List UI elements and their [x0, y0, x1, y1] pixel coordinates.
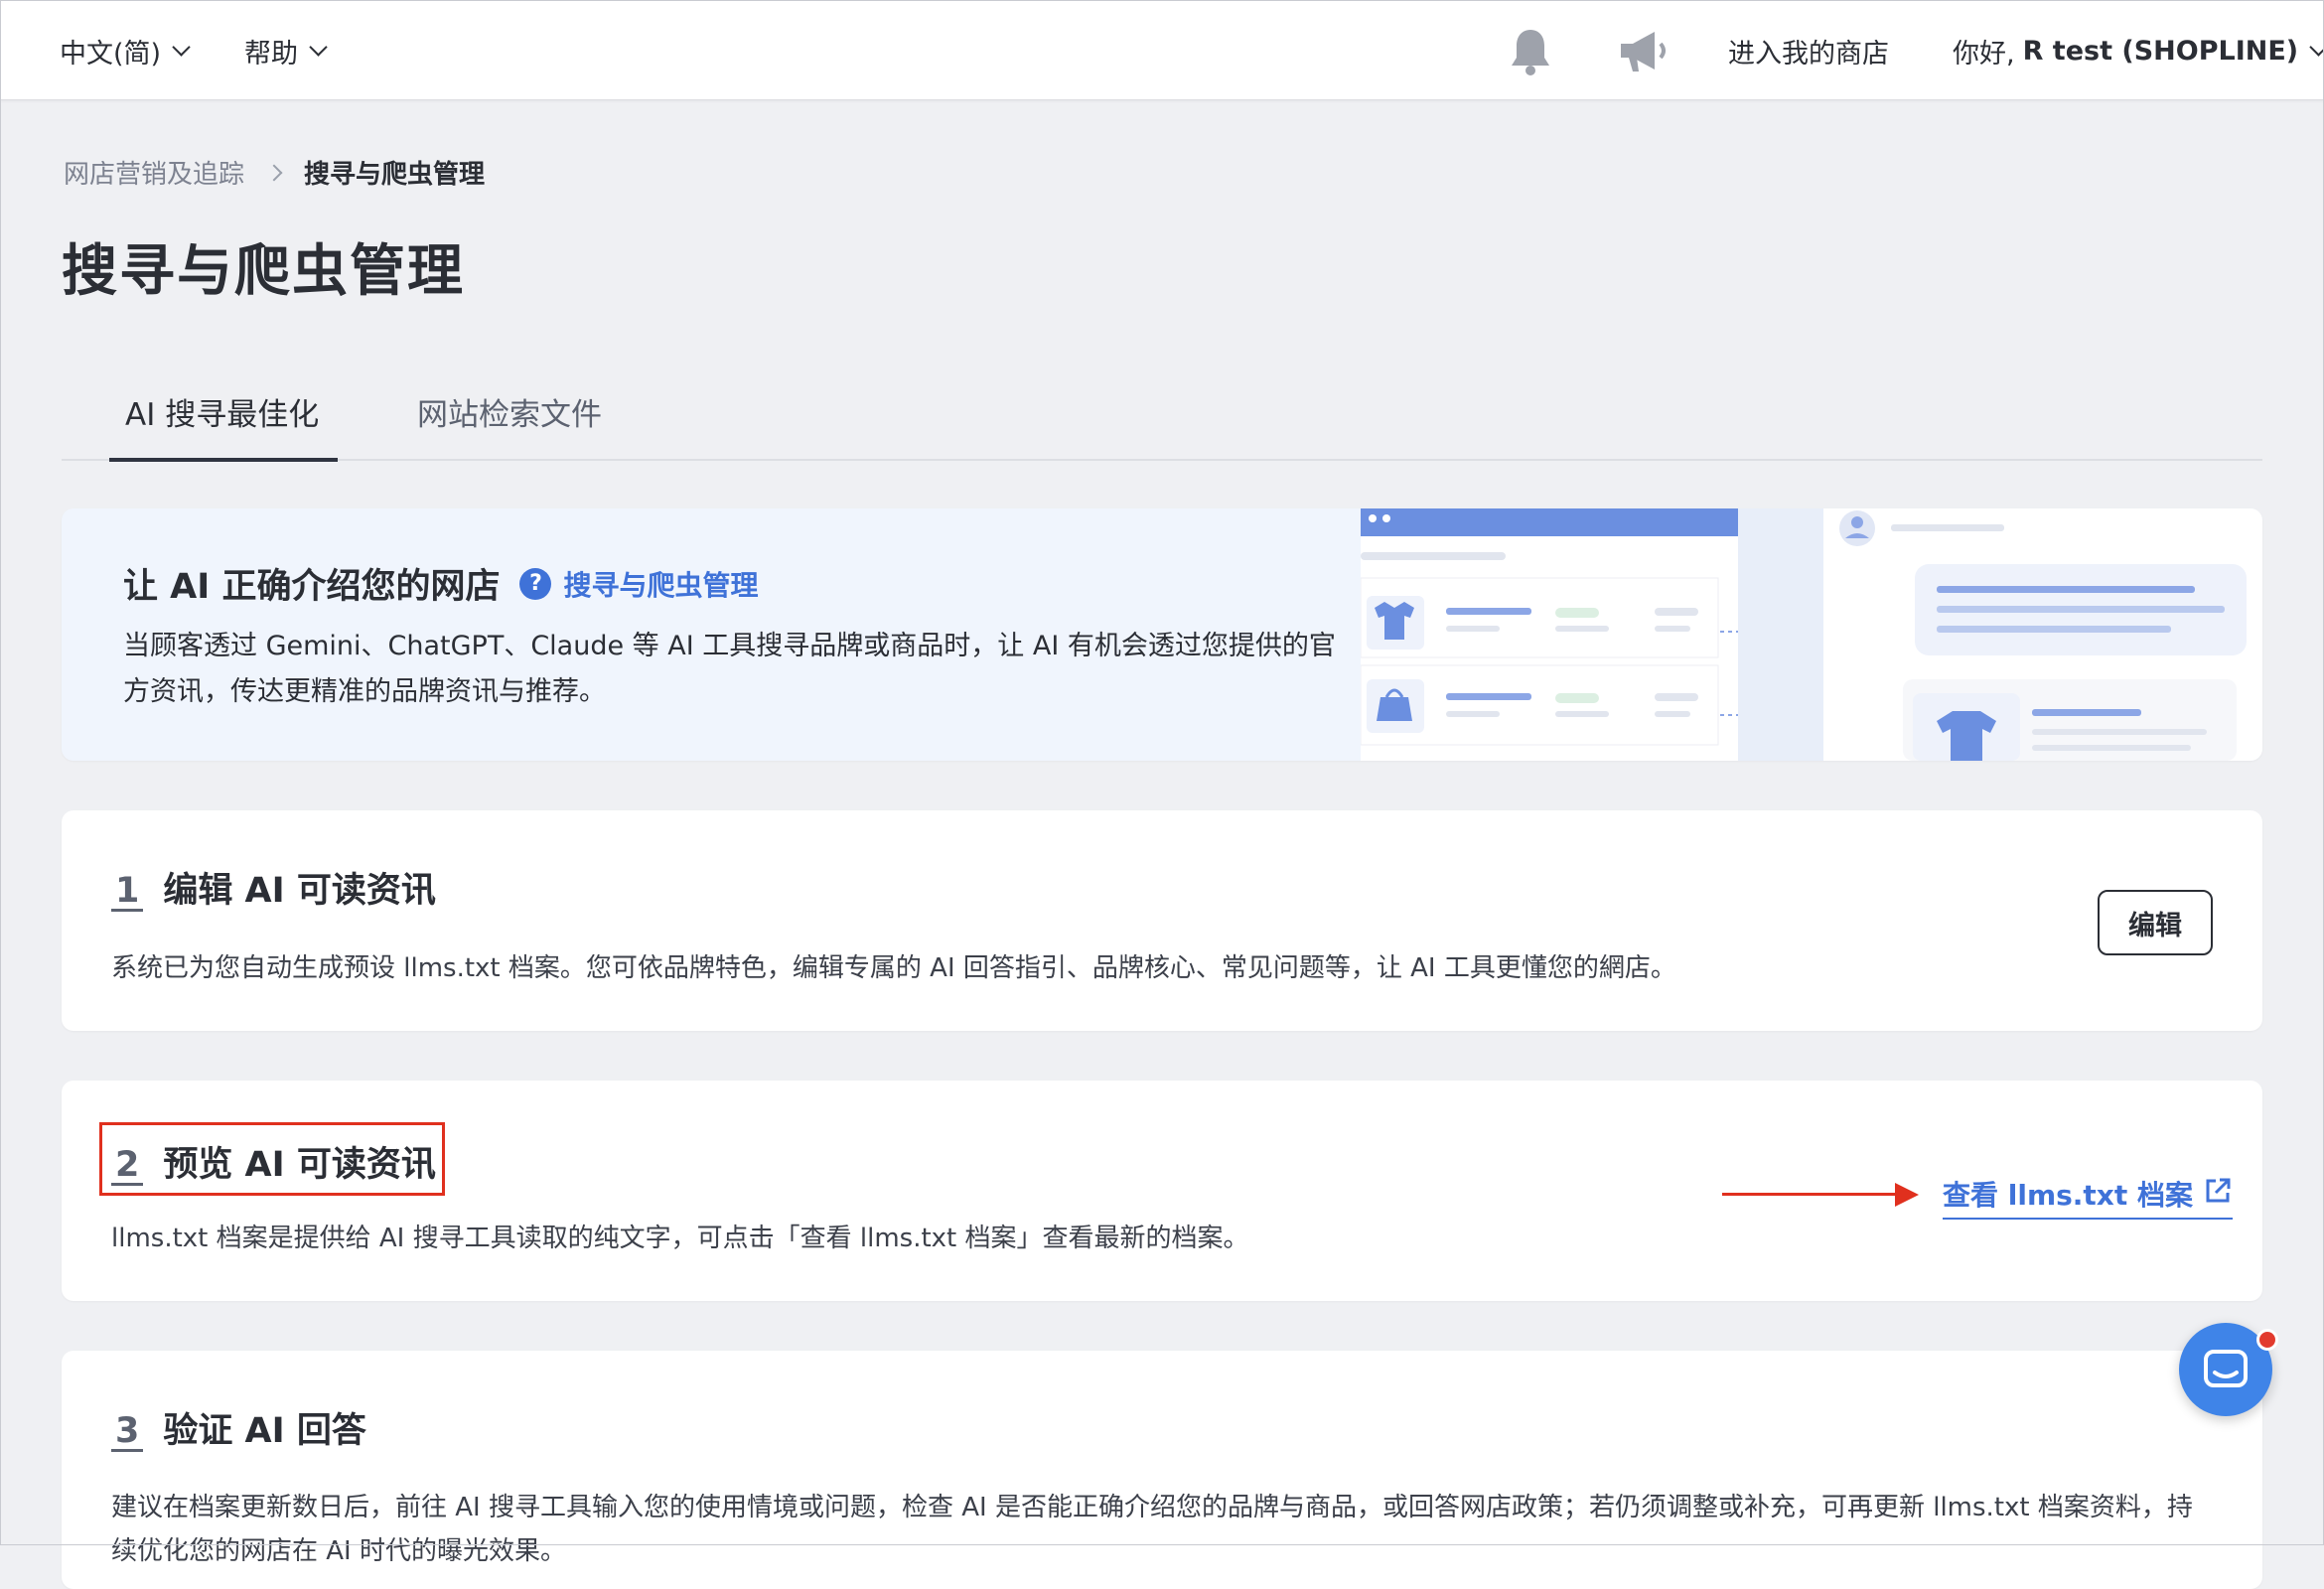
language-label: 中文(简)	[60, 39, 162, 70]
help-label: 帮助	[244, 39, 298, 70]
notification-dot	[2256, 1329, 2278, 1351]
tab-ai-search-label: AI 搜寻最佳化	[125, 397, 320, 433]
help-menu[interactable]: 帮助	[244, 32, 328, 71]
tab-ai-search[interactable]: AI 搜寻最佳化	[125, 389, 319, 434]
account-menu[interactable]: 你好, R test (SHOPLINE)	[1953, 32, 2324, 71]
edit-button[interactable]: 编辑	[2098, 890, 2213, 955]
step-2-card: 2 预览 AI 可读资讯 llms.txt 档案是提供给 AI 搜寻工具读取的纯…	[62, 1081, 2262, 1301]
language-selector[interactable]: 中文(简)	[60, 32, 191, 71]
view-llms-label: 查看 llms.txt 档案	[1943, 1179, 2194, 1212]
step-title: 预览 AI 可读资讯	[163, 1145, 436, 1185]
breadcrumb: 网店营销及追踪 搜寻与爬虫管理	[64, 154, 485, 191]
active-tab-indicator	[109, 458, 338, 462]
intro-title: 让 AI 正确介绍您的网店 ? 搜寻与爬虫管理	[123, 558, 759, 609]
tab-site-index-label: 网站检索文件	[417, 397, 602, 433]
help-link[interactable]: 搜寻与爬虫管理	[563, 564, 758, 604]
breadcrumb-parent[interactable]: 网店营销及追踪	[64, 154, 244, 191]
chevron-right-icon	[265, 164, 283, 181]
page-title: 搜寻与爬虫管理	[62, 239, 465, 304]
external-link-icon	[2203, 1176, 2233, 1213]
step-number: 1	[111, 873, 144, 912]
greeting-prefix: 你好,	[1953, 39, 2015, 70]
arrow-right-icon	[1895, 1183, 1919, 1207]
step-3-heading: 3 验证 AI 回答	[111, 1402, 366, 1453]
intro-card: 让 AI 正确介绍您的网店 ? 搜寻与爬虫管理 当顾客透过 Gemini、Cha…	[62, 508, 2262, 761]
step-2-heading: 2 预览 AI 可读资讯	[111, 1136, 436, 1187]
chevron-down-icon	[172, 38, 191, 57]
step-1-card: 1 编辑 AI 可读资讯 系统已为您自动生成预设 llms.txt 档案。您可依…	[62, 810, 2262, 1031]
view-llms-link[interactable]: 查看 llms.txt 档案	[1943, 1174, 2234, 1220]
question-icon[interactable]: ?	[519, 567, 552, 600]
chat-icon	[2204, 1350, 2248, 1387]
greeting-user: R test (SHOPLINE)	[2022, 36, 2299, 67]
intro-illustration	[1361, 508, 2262, 761]
step-description: 系统已为您自动生成预设 llms.txt 档案。您可依品牌特色，编辑专属的 AI…	[111, 953, 1676, 983]
step-title: 编辑 AI 可读资讯	[163, 871, 436, 911]
enter-store-link[interactable]: 进入我的商店	[1728, 32, 1889, 71]
megaphone-icon[interactable]	[1615, 26, 1670, 81]
chevron-down-icon	[2309, 38, 2324, 57]
top-bar: 中文(简) 帮助 进入我的商店 你好, R test (SHOPLINE)	[0, 0, 2324, 100]
step-title: 验证 AI 回答	[163, 1411, 366, 1451]
tab-bar: AI 搜寻最佳化 网站检索文件	[62, 367, 2262, 462]
chevron-down-icon	[309, 38, 328, 57]
step-1-heading: 1 编辑 AI 可读资讯	[111, 862, 436, 913]
step-number: 3	[111, 1413, 144, 1452]
bell-icon[interactable]	[1506, 26, 1555, 81]
step-description: llms.txt 档案是提供给 AI 搜寻工具读取的纯文字，可点击「查看 llm…	[111, 1224, 1249, 1253]
intro-title-text: 让 AI 正确介绍您的网店	[123, 567, 501, 607]
tab-site-index[interactable]: 网站检索文件	[417, 389, 602, 434]
intro-description: 当顾客透过 Gemini、ChatGPT、Claude 等 AI 工具搜寻品牌或…	[123, 631, 1336, 707]
step-number: 2	[111, 1147, 144, 1186]
step-description: 建议在档案更新数日后，前往 AI 搜寻工具输入您的使用情境或问题，检查 AI 是…	[111, 1493, 2193, 1566]
annotation-arrow	[1722, 1193, 1897, 1196]
step-3-card: 3 验证 AI 回答 建议在档案更新数日后，前往 AI 搜寻工具输入您的使用情境…	[62, 1351, 2262, 1589]
breadcrumb-current: 搜寻与爬虫管理	[304, 160, 486, 190]
enter-store-label: 进入我的商店	[1728, 39, 1889, 70]
